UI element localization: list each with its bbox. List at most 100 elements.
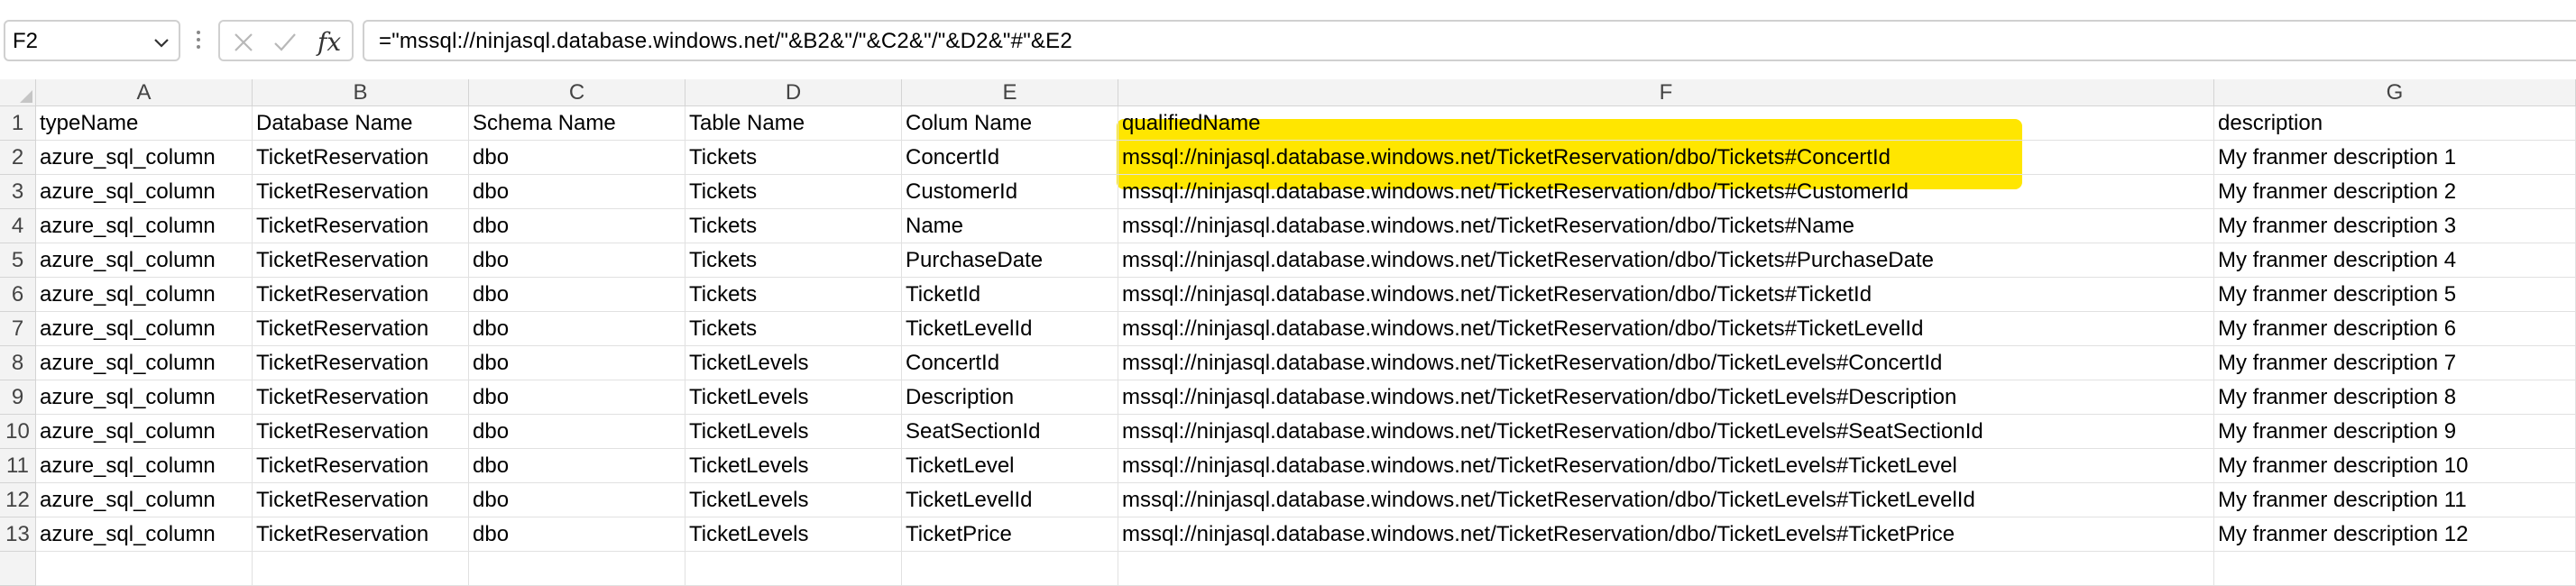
cell-g9[interactable]: My franmer description 8: [2214, 380, 2576, 415]
cell-e8[interactable]: ConcertId: [902, 346, 1118, 380]
cell-b2[interactable]: TicketReservation: [253, 141, 469, 175]
cell-b5[interactable]: TicketReservation: [253, 243, 469, 278]
column-header-a[interactable]: A: [36, 79, 253, 106]
cell-c13[interactable]: dbo: [469, 517, 685, 552]
cell-f4[interactable]: mssql://ninjasql.database.windows.net/Ti…: [1118, 209, 2214, 243]
cell-g10[interactable]: My franmer description 9: [2214, 415, 2576, 449]
column-header-d[interactable]: D: [685, 79, 902, 106]
row-header-5[interactable]: 5: [0, 243, 36, 278]
cell-c2[interactable]: dbo: [469, 141, 685, 175]
cell-e13[interactable]: TicketPrice: [902, 517, 1118, 552]
cell-a1[interactable]: typeName: [36, 106, 253, 141]
cell-g4[interactable]: My franmer description 3: [2214, 209, 2576, 243]
cell-f1[interactable]: qualifiedName: [1118, 106, 2214, 141]
empty-cell[interactable]: [902, 552, 1118, 586]
cell-a2[interactable]: azure_sql_column: [36, 141, 253, 175]
cell-a4[interactable]: azure_sql_column: [36, 209, 253, 243]
cell-a6[interactable]: azure_sql_column: [36, 278, 253, 312]
cell-b3[interactable]: TicketReservation: [253, 175, 469, 209]
cell-e9[interactable]: Description: [902, 380, 1118, 415]
check-icon[interactable]: [272, 30, 298, 55]
cell-a12[interactable]: azure_sql_column: [36, 483, 253, 517]
column-header-b[interactable]: B: [253, 79, 469, 106]
chevron-down-icon[interactable]: [152, 32, 171, 52]
cell-f12[interactable]: mssql://ninjasql.database.windows.net/Ti…: [1118, 483, 2214, 517]
cell-a9[interactable]: azure_sql_column: [36, 380, 253, 415]
cell-c1[interactable]: Schema Name: [469, 106, 685, 141]
row-header-1[interactable]: 1: [0, 106, 36, 141]
cell-d10[interactable]: TicketLevels: [685, 415, 902, 449]
cell-f10[interactable]: mssql://ninjasql.database.windows.net/Ti…: [1118, 415, 2214, 449]
cell-d12[interactable]: TicketLevels: [685, 483, 902, 517]
cell-a8[interactable]: azure_sql_column: [36, 346, 253, 380]
cell-e5[interactable]: PurchaseDate: [902, 243, 1118, 278]
cell-f13[interactable]: mssql://ninjasql.database.windows.net/Ti…: [1118, 517, 2214, 552]
cell-g7[interactable]: My franmer description 6: [2214, 312, 2576, 346]
cell-b9[interactable]: TicketReservation: [253, 380, 469, 415]
empty-cell[interactable]: [1118, 552, 2214, 586]
select-all-button[interactable]: [0, 79, 36, 106]
cell-b11[interactable]: TicketReservation: [253, 449, 469, 483]
cell-g6[interactable]: My franmer description 5: [2214, 278, 2576, 312]
cell-f8[interactable]: mssql://ninjasql.database.windows.net/Ti…: [1118, 346, 2214, 380]
cell-g12[interactable]: My franmer description 11: [2214, 483, 2576, 517]
cell-c8[interactable]: dbo: [469, 346, 685, 380]
row-header-12[interactable]: 12: [0, 483, 36, 517]
row-header-4[interactable]: 4: [0, 209, 36, 243]
cell-c12[interactable]: dbo: [469, 483, 685, 517]
cell-g13[interactable]: My franmer description 12: [2214, 517, 2576, 552]
cell-a13[interactable]: azure_sql_column: [36, 517, 253, 552]
cell-e12[interactable]: TicketLevelId: [902, 483, 1118, 517]
row-header-13[interactable]: 13: [0, 517, 36, 552]
cell-g5[interactable]: My franmer description 4: [2214, 243, 2576, 278]
cell-f3[interactable]: mssql://ninjasql.database.windows.net/Ti…: [1118, 175, 2214, 209]
cell-c10[interactable]: dbo: [469, 415, 685, 449]
cell-e4[interactable]: Name: [902, 209, 1118, 243]
cell-f5[interactable]: mssql://ninjasql.database.windows.net/Ti…: [1118, 243, 2214, 278]
empty-cell[interactable]: [2214, 552, 2576, 586]
row-header-7[interactable]: 7: [0, 312, 36, 346]
row-header-6[interactable]: 6: [0, 278, 36, 312]
cell-e2[interactable]: ConcertId: [902, 141, 1118, 175]
cell-e10[interactable]: SeatSectionId: [902, 415, 1118, 449]
cell-f11[interactable]: mssql://ninjasql.database.windows.net/Ti…: [1118, 449, 2214, 483]
row-header-9[interactable]: 9: [0, 380, 36, 415]
row-header-3[interactable]: 3: [0, 175, 36, 209]
cell-a5[interactable]: azure_sql_column: [36, 243, 253, 278]
cell-d9[interactable]: TicketLevels: [685, 380, 902, 415]
cell-g8[interactable]: My franmer description 7: [2214, 346, 2576, 380]
column-header-c[interactable]: C: [469, 79, 685, 106]
cell-f2[interactable]: mssql://ninjasql.database.windows.net/Ti…: [1118, 141, 2214, 175]
row-header-2[interactable]: 2: [0, 141, 36, 175]
formula-input[interactable]: ="mssql://ninjasql.database.windows.net/…: [363, 20, 2576, 61]
cell-d2[interactable]: Tickets: [685, 141, 902, 175]
empty-cell[interactable]: [469, 552, 685, 586]
column-header-e[interactable]: E: [902, 79, 1118, 106]
cell-d6[interactable]: Tickets: [685, 278, 902, 312]
cell-e7[interactable]: TicketLevelId: [902, 312, 1118, 346]
cell-c9[interactable]: dbo: [469, 380, 685, 415]
cell-e6[interactable]: TicketId: [902, 278, 1118, 312]
cell-e3[interactable]: CustomerId: [902, 175, 1118, 209]
column-header-f[interactable]: F: [1118, 79, 2214, 106]
cell-f6[interactable]: mssql://ninjasql.database.windows.net/Ti…: [1118, 278, 2214, 312]
cell-b13[interactable]: TicketReservation: [253, 517, 469, 552]
cell-d7[interactable]: Tickets: [685, 312, 902, 346]
cell-c11[interactable]: dbo: [469, 449, 685, 483]
cell-a10[interactable]: azure_sql_column: [36, 415, 253, 449]
cell-f7[interactable]: mssql://ninjasql.database.windows.net/Ti…: [1118, 312, 2214, 346]
cell-d8[interactable]: TicketLevels: [685, 346, 902, 380]
cell-g3[interactable]: My franmer description 2: [2214, 175, 2576, 209]
cell-a11[interactable]: azure_sql_column: [36, 449, 253, 483]
cell-b4[interactable]: TicketReservation: [253, 209, 469, 243]
cell-c7[interactable]: dbo: [469, 312, 685, 346]
cell-c3[interactable]: dbo: [469, 175, 685, 209]
cell-b1[interactable]: Database Name: [253, 106, 469, 141]
cell-f9[interactable]: mssql://ninjasql.database.windows.net/Ti…: [1118, 380, 2214, 415]
cell-c6[interactable]: dbo: [469, 278, 685, 312]
column-header-g[interactable]: G: [2214, 79, 2576, 106]
cell-d5[interactable]: Tickets: [685, 243, 902, 278]
cell-b10[interactable]: TicketReservation: [253, 415, 469, 449]
cell-b12[interactable]: TicketReservation: [253, 483, 469, 517]
cell-b8[interactable]: TicketReservation: [253, 346, 469, 380]
